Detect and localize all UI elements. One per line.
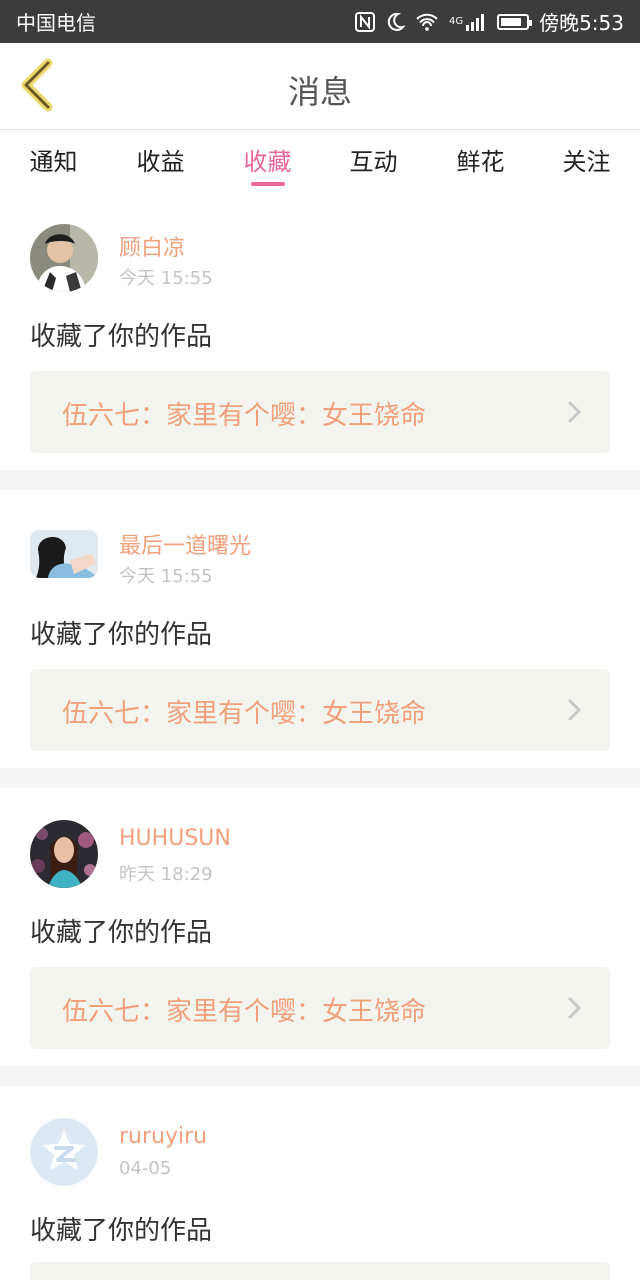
work-link[interactable]: 伍六七：家里有个嘤：女王饶命 <box>30 967 610 1049</box>
work-link[interactable]: 伍六七：家里有个嘤：女王饶命 <box>30 669 610 751</box>
avatar[interactable] <box>30 530 98 578</box>
app-header: 消息 <box>0 43 640 130</box>
user-name[interactable]: 最后一道曙光 <box>119 528 251 560</box>
tab-label: 通知 <box>29 148 78 176</box>
status-icons: 4G 傍晚5:53 <box>354 7 624 36</box>
notification-card: 最后一道曙光 今天 15:55 收藏了你的作品 伍六七：家里有个嘤：女王饶命 <box>0 490 640 768</box>
notification-card: HUHUSUN 昨天 18:29 收藏了你的作品 伍六七：家里有个嘤：女王饶命 <box>0 788 640 1066</box>
tab-label: 关注 <box>562 148 611 176</box>
battery-icon <box>497 13 533 30</box>
tab-notifications[interactable]: 通知 <box>0 142 107 192</box>
timestamp: 昨天 18:29 <box>119 864 213 885</box>
timestamp: 今天 15:55 <box>119 566 213 587</box>
tab-earnings[interactable]: 收益 <box>107 142 214 192</box>
status-bar: 中国电信 4G 傍晚5:53 <box>0 0 640 43</box>
action-text: 收藏了你的作品 <box>30 322 213 352</box>
tab-flowers[interactable]: 鲜花 <box>427 142 534 192</box>
work-link[interactable]: 伍六七：家里有个嘤：女王饶命 <box>30 371 610 453</box>
chevron-right-icon <box>566 996 584 1020</box>
avatar[interactable] <box>30 1118 98 1186</box>
user-name[interactable]: HUHUSUN <box>119 826 231 851</box>
avatar[interactable] <box>30 820 98 888</box>
work-link[interactable] <box>30 1262 610 1280</box>
tab-following[interactable]: 关注 <box>533 142 640 192</box>
clock: 傍晚5:53 <box>539 11 624 35</box>
timestamp: 今天 15:55 <box>119 268 213 289</box>
carrier-label: 中国电信 <box>16 11 96 35</box>
tab-favorites[interactable]: 收藏 <box>214 142 321 192</box>
action-text: 收藏了你的作品 <box>30 918 213 948</box>
user-name[interactable]: ruruyiru <box>119 1124 207 1149</box>
moon-icon <box>385 12 405 32</box>
work-title: 伍六七：家里有个嘤：女王饶命 <box>62 997 427 1027</box>
action-text: 收藏了你的作品 <box>30 1216 213 1246</box>
tab-label: 收藏 <box>243 148 292 176</box>
work-title: 伍六七：家里有个嘤：女王饶命 <box>62 699 427 729</box>
notification-card: 顾白凉 今天 15:55 收藏了你的作品 伍六七：家里有个嘤：女王饶命 <box>0 192 640 470</box>
page-title: 消息 <box>287 73 352 111</box>
user-name[interactable]: 顾白凉 <box>119 230 185 262</box>
chevron-right-icon <box>566 698 584 722</box>
tab-label: 鲜花 <box>456 148 505 176</box>
tab-label: 收益 <box>136 148 185 176</box>
tab-label: 互动 <box>349 148 398 176</box>
signal-icon: 4G <box>449 13 487 31</box>
active-tab-indicator <box>250 182 285 186</box>
tab-bar: 通知 收益 收藏 互动 鲜花 关注 <box>0 130 640 192</box>
network-type: 4G <box>448 16 464 27</box>
timestamp: 04-05 <box>119 1158 172 1179</box>
chevron-right-icon <box>566 400 584 424</box>
tab-interactions[interactable]: 互动 <box>320 142 427 192</box>
work-title: 伍六七：家里有个嘤：女王饶命 <box>62 401 427 431</box>
avatar[interactable] <box>30 224 98 292</box>
action-text: 收藏了你的作品 <box>30 620 213 650</box>
wifi-icon <box>415 12 439 32</box>
notification-card: ruruyiru 04-05 收藏了你的作品 <box>0 1086 640 1280</box>
nfc-icon <box>354 11 375 32</box>
